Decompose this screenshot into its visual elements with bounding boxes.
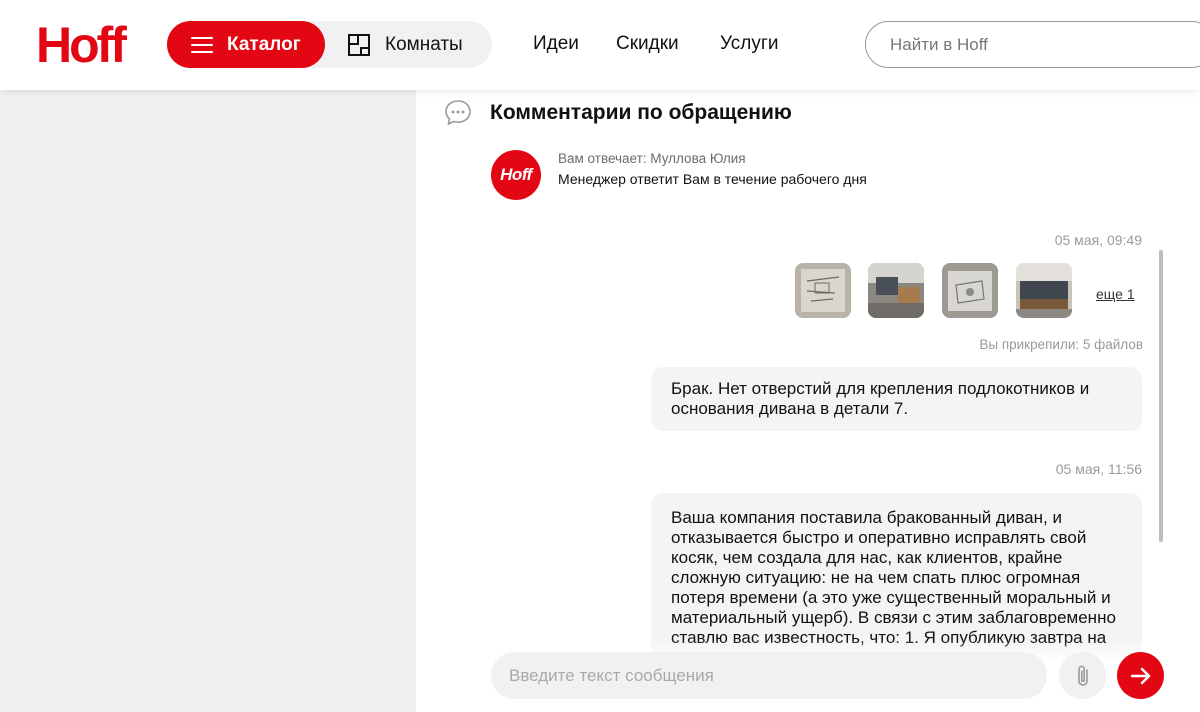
svg-text:Hoff: Hoff (36, 18, 127, 70)
attachment-thumbnail[interactable] (868, 263, 924, 318)
message-input[interactable] (491, 652, 1047, 699)
hoff-logo[interactable]: Hoff (36, 18, 132, 70)
more-attachments-link[interactable]: еще 1 (1096, 286, 1135, 302)
send-button[interactable] (1117, 652, 1164, 699)
nav-link-ideas[interactable]: Идеи (533, 33, 579, 55)
site-header: Hoff Каталог Комнаты Идеи Скидки Услуги (0, 0, 1200, 90)
catalog-label: Каталог (227, 33, 301, 55)
responder-name: Вам отвечает: Муллова Юлия (558, 151, 746, 166)
chat-scrollbar-thumb[interactable] (1159, 250, 1163, 542)
search-input[interactable] (890, 34, 1190, 56)
nav-link-discounts[interactable]: Скидки (616, 33, 679, 55)
rooms-button[interactable]: Комнаты (347, 21, 463, 68)
message-timestamp: 05 мая, 09:49 (1054, 232, 1142, 248)
burger-icon (191, 36, 213, 53)
attachment-thumbnail[interactable] (1016, 263, 1072, 318)
nav-group: Каталог Комнаты (167, 21, 492, 68)
rooms-icon (348, 33, 370, 56)
arrow-right-icon (1130, 667, 1150, 684)
attached-files-note: Вы прикрепили: 5 файлов (979, 337, 1143, 352)
catalog-button[interactable]: Каталог (167, 21, 325, 68)
responder-note: Менеджер ответит Вам в течение рабочего … (558, 171, 867, 187)
section-title: Комментарии по обращению (490, 101, 792, 124)
attachment-thumbnail[interactable] (795, 263, 851, 318)
manager-avatar: Hoff (491, 150, 541, 200)
left-panel (0, 90, 416, 712)
paperclip-icon (1077, 665, 1088, 686)
attach-button[interactable] (1059, 652, 1106, 699)
message-bubble: Брак. Нет отверстий для крепления подлок… (651, 367, 1142, 431)
message-bubble: Ваша компания поставила бракованный дива… (651, 493, 1142, 663)
rooms-label: Комнаты (385, 33, 463, 55)
comments-icon (445, 100, 471, 126)
attachment-thumbnail[interactable] (942, 263, 998, 318)
message-timestamp: 05 мая, 11:56 (1055, 461, 1142, 477)
nav-link-services[interactable]: Услуги (720, 33, 778, 55)
search-box (865, 21, 1200, 68)
